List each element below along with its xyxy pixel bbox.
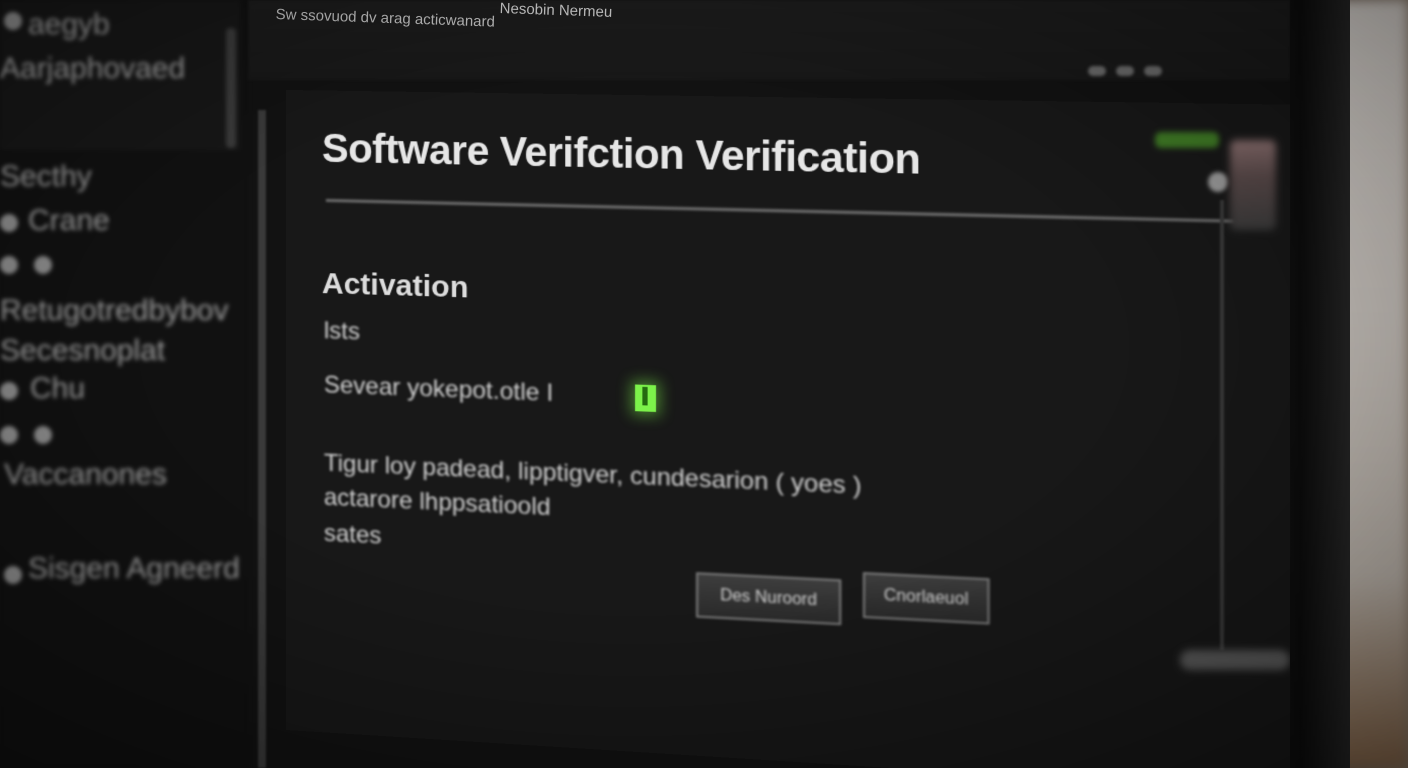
dialog-edge bbox=[1220, 200, 1224, 650]
verification-dialog: Software Verifction Verification Activat… bbox=[286, 90, 1290, 768]
sidebar-icon bbox=[0, 382, 18, 400]
sidebar: aegyb Aarjaphovaed Secthy Crane Retugotr… bbox=[0, 0, 248, 768]
sidebar-icon bbox=[0, 426, 18, 444]
sidebar-item-9[interactable]: Sisgen Agneerd bbox=[28, 552, 240, 586]
sidebar-item-2[interactable]: Aarjaphovaed bbox=[0, 52, 185, 86]
sidebar-item-7[interactable]: Chu bbox=[30, 372, 85, 406]
sidebar-item-4[interactable]: Crane bbox=[28, 204, 110, 238]
description-line-3: sates bbox=[324, 520, 382, 551]
sidebar-item-6[interactable]: Secesnoplat bbox=[0, 334, 165, 368]
minimize-icon[interactable] bbox=[1088, 66, 1106, 76]
activation-label: lsts bbox=[324, 317, 360, 346]
monitor-screen: aegyb Aarjaphovaed Secthy Crane Retugotr… bbox=[0, 0, 1290, 768]
status-bar bbox=[1180, 650, 1290, 670]
server-key-field[interactable]: Sevear yokepot.otle I bbox=[324, 371, 553, 408]
sidebar-icon bbox=[0, 214, 18, 232]
maximize-icon[interactable] bbox=[1116, 66, 1134, 76]
photo-scene: aegyb Aarjaphovaed Secthy Crane Retugotr… bbox=[0, 0, 1408, 768]
sidebar-icon bbox=[34, 256, 52, 274]
sidebar-icon bbox=[34, 426, 52, 444]
sidebar-icon bbox=[0, 256, 18, 274]
sidebar-scrollbar[interactable] bbox=[226, 28, 236, 148]
section-heading: Activation bbox=[322, 267, 469, 306]
user-avatar-icon[interactable] bbox=[1208, 172, 1228, 192]
dialog-title: Software Verifction Verification bbox=[322, 127, 921, 185]
side-panel-icons[interactable] bbox=[1230, 140, 1276, 230]
sidebar-icon bbox=[4, 12, 22, 30]
primary-button[interactable]: Des Nuroord bbox=[696, 572, 841, 625]
description-line-2: actarore lhppsatioold bbox=[324, 484, 551, 523]
status-badge bbox=[1155, 132, 1219, 148]
title-divider bbox=[326, 199, 1234, 223]
sidebar-item-1[interactable]: aegyb bbox=[28, 8, 110, 42]
sidebar-item-8[interactable]: Vaccanones bbox=[4, 458, 167, 492]
sidebar-divider[interactable] bbox=[258, 110, 266, 768]
sidebar-item-5[interactable]: Retugotredbybov bbox=[0, 294, 229, 328]
secondary-button[interactable]: Cnorlaeuol bbox=[863, 572, 990, 624]
sidebar-icon bbox=[4, 566, 22, 584]
green-check-indicator bbox=[635, 384, 656, 411]
sidebar-item-3[interactable]: Secthy bbox=[0, 160, 92, 194]
close-icon[interactable] bbox=[1144, 66, 1162, 76]
